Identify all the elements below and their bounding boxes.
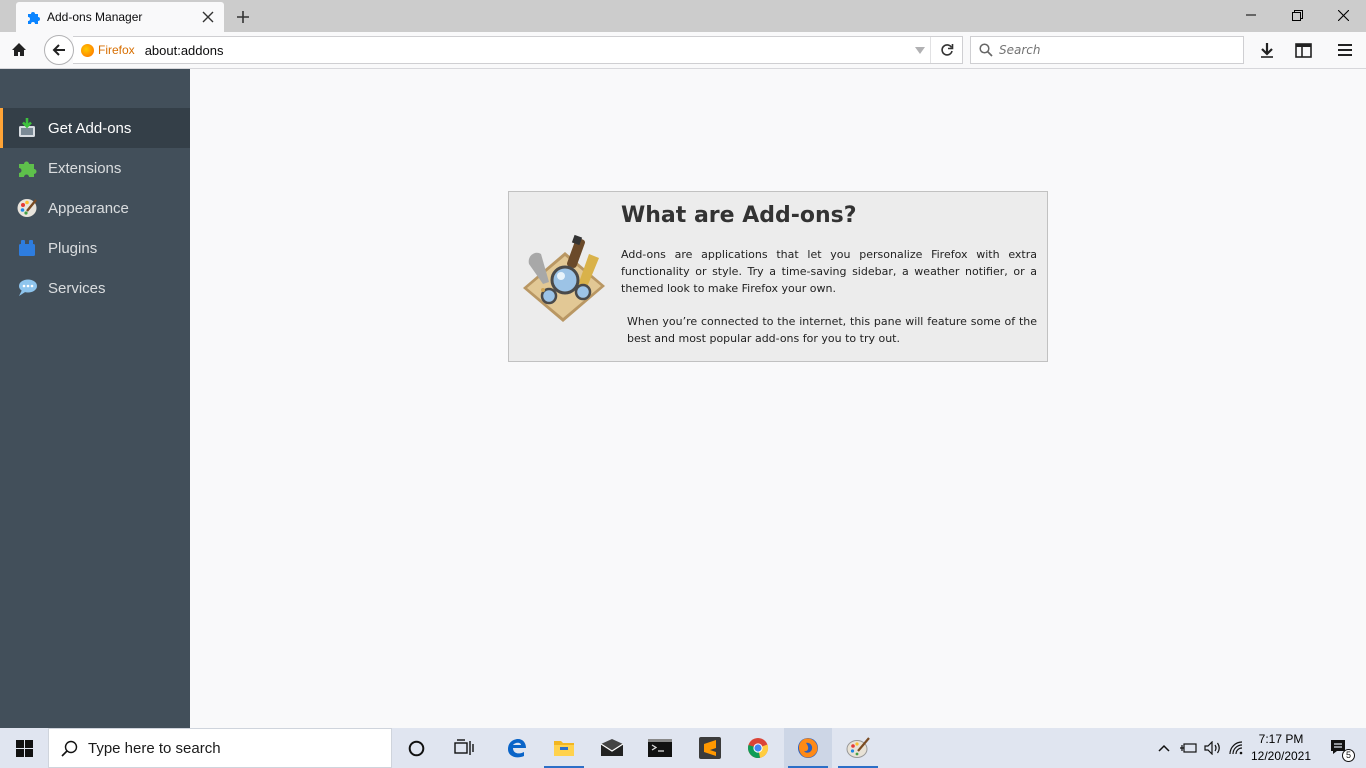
task-view-icon	[454, 739, 474, 755]
task-view-button[interactable]	[440, 728, 488, 768]
search-input[interactable]	[999, 43, 1229, 57]
speech-bubble-icon	[16, 277, 38, 299]
category-get-addons[interactable]: Get Add-ons	[0, 108, 190, 148]
chevron-up-icon	[1158, 744, 1170, 752]
taskbar-search-box[interactable]	[48, 728, 392, 768]
sublime-text-icon	[699, 737, 721, 759]
paint-palette-icon	[846, 737, 870, 758]
close-icon	[1337, 9, 1349, 21]
addons-tools-illustration	[519, 234, 609, 324]
downloads-button[interactable]	[1253, 37, 1281, 63]
url-text[interactable]: about:addons	[145, 43, 910, 58]
taskbar-file-explorer[interactable]	[540, 728, 588, 768]
url-bar[interactable]: Firefox about:addons	[73, 36, 963, 64]
folder-icon	[554, 741, 574, 756]
tab-addons-manager[interactable]: Add-ons Manager	[16, 2, 224, 32]
show-hidden-icons-button[interactable]	[1154, 728, 1174, 768]
palette-icon	[16, 197, 38, 219]
category-services[interactable]: Services	[0, 268, 190, 308]
windows-taskbar: 7:17 PM 12/20/2021 5	[0, 728, 1366, 768]
taskbar-search-input[interactable]	[88, 739, 378, 757]
categories-sidebar: Get Add-ons Extensions Appearance Plugin…	[0, 69, 190, 728]
sidebar-toggle-button[interactable]	[1289, 37, 1317, 63]
minimize-button[interactable]	[1228, 0, 1274, 30]
discover-paragraph-offline: When you’re connected to the internet, t…	[627, 315, 1037, 345]
puzzle-icon	[25, 9, 41, 25]
volume-button[interactable]	[1202, 728, 1224, 768]
terminal-icon	[648, 739, 672, 757]
notification-count-badge: 5	[1342, 749, 1355, 762]
taskbar-clock[interactable]: 7:17 PM 12/20/2021	[1248, 731, 1314, 765]
back-arrow-icon	[52, 44, 65, 56]
clock-time: 7:17 PM	[1258, 732, 1304, 746]
puzzle-icon	[16, 157, 38, 179]
back-button[interactable]	[44, 35, 74, 65]
lego-brick-icon	[16, 237, 38, 259]
category-label: Get Add-ons	[48, 119, 132, 137]
battery-status[interactable]	[1178, 728, 1200, 768]
category-label: Services	[48, 279, 106, 297]
clock-date: 12/20/2021	[1250, 749, 1312, 763]
taskbar-sublime-text[interactable]	[686, 728, 734, 768]
identity-label: Firefox	[98, 43, 135, 57]
search-icon	[979, 43, 993, 57]
windows-logo-icon	[15, 739, 33, 757]
reload-button[interactable]	[930, 37, 962, 63]
close-window-button[interactable]	[1320, 0, 1366, 30]
hamburger-menu-icon	[1338, 44, 1352, 56]
discover-paragraph-intro: Add-ons are applications that let you pe…	[621, 248, 1037, 295]
reload-icon	[940, 44, 953, 56]
sidebar-icon	[1294, 42, 1312, 58]
plus-icon	[237, 11, 249, 23]
url-history-dropdown[interactable]	[910, 37, 930, 63]
category-label: Plugins	[48, 239, 98, 257]
download-icon	[1261, 43, 1273, 58]
taskbar-mail[interactable]	[588, 728, 636, 768]
category-label: Extensions	[48, 159, 122, 177]
firefox-icon	[81, 43, 94, 57]
category-appearance[interactable]: Appearance	[0, 188, 190, 228]
network-button[interactable]	[1226, 728, 1248, 768]
navigation-toolbar: Firefox about:addons	[0, 32, 1366, 69]
edge-icon	[508, 739, 526, 758]
speaker-icon	[1204, 741, 1220, 755]
power-plug-icon	[1180, 743, 1197, 753]
identity-box[interactable]: Firefox	[81, 43, 135, 57]
restore-button[interactable]	[1274, 0, 1320, 30]
search-bar[interactable]	[970, 36, 1244, 64]
cortana-circle-icon	[408, 740, 424, 756]
search-icon	[61, 740, 78, 757]
discover-pane: What are Add-ons? Add-ons are applicatio…	[508, 191, 1048, 362]
taskbar-edge[interactable]	[492, 728, 540, 768]
wifi-icon	[1229, 741, 1243, 755]
cortana-button[interactable]	[392, 728, 440, 768]
category-plugins[interactable]: Plugins	[0, 228, 190, 268]
tab-title: Add-ons Manager	[47, 10, 143, 24]
start-button[interactable]	[0, 728, 48, 768]
home-button[interactable]	[6, 37, 32, 63]
discover-title: What are Add-ons?	[621, 203, 857, 228]
chevron-down-icon	[915, 46, 925, 54]
chrome-icon	[748, 738, 769, 758]
get-addons-icon	[16, 117, 38, 139]
category-label: Appearance	[48, 199, 129, 217]
mail-icon	[600, 739, 624, 756]
action-center-button[interactable]: 5	[1320, 728, 1360, 768]
taskbar-firefox[interactable]	[784, 728, 832, 768]
new-tab-button[interactable]	[232, 6, 254, 28]
close-tab-icon[interactable]	[200, 9, 216, 25]
home-icon	[12, 43, 26, 56]
tab-strip: Add-ons Manager	[0, 0, 1366, 32]
category-extensions[interactable]: Extensions	[0, 148, 190, 188]
menu-button[interactable]	[1331, 37, 1359, 63]
taskbar-chrome[interactable]	[734, 728, 782, 768]
restore-icon	[1291, 9, 1303, 21]
firefox-icon	[798, 738, 818, 758]
minimize-icon	[1246, 14, 1256, 16]
taskbar-paint[interactable]	[834, 728, 882, 768]
taskbar-command-prompt[interactable]	[636, 728, 684, 768]
